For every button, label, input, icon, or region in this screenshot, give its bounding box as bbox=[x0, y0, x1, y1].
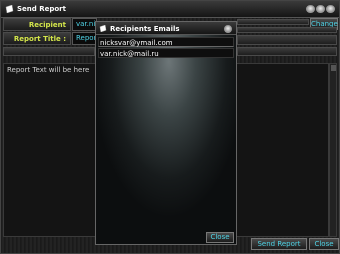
recipients-emails-popup: Recipients Emails nicksvar@ymail.com var… bbox=[95, 21, 237, 245]
report-title-label: Report Title : bbox=[3, 32, 71, 45]
title-bar-strip-1 bbox=[237, 27, 337, 33]
popup-close-icon[interactable] bbox=[224, 25, 232, 33]
close-icon[interactable] bbox=[326, 5, 335, 13]
recipient-address-field[interactable]: var.nic bbox=[72, 18, 97, 31]
title-bar-strip-2 bbox=[237, 35, 337, 45]
report-title-field[interactable]: Report bbox=[72, 32, 97, 45]
document-icon bbox=[99, 25, 107, 32]
title-bar: Send Report bbox=[1, 1, 339, 18]
popup-title-bar: Recipients Emails bbox=[96, 22, 236, 35]
report-scrollbar[interactable] bbox=[329, 63, 337, 237]
maximize-icon[interactable] bbox=[316, 5, 325, 13]
window-title: Send Report bbox=[17, 5, 66, 13]
recipient-address-label: Recipient Address : bbox=[3, 18, 71, 42]
popup-close-button[interactable]: Close bbox=[206, 232, 234, 243]
scrollbar-up-arrow[interactable] bbox=[331, 65, 336, 71]
email-list-item[interactable]: var.nick@mail.ru bbox=[98, 48, 234, 58]
separator-bar-left bbox=[3, 47, 95, 56]
window-controls bbox=[306, 5, 335, 13]
separator-bar-right bbox=[237, 47, 337, 56]
report-text-placeholder: Report Text will be here bbox=[7, 66, 90, 74]
recipient-bar bbox=[237, 19, 309, 25]
minimize-icon[interactable] bbox=[306, 5, 315, 13]
popup-title: Recipients Emails bbox=[110, 25, 180, 33]
close-button[interactable]: Close bbox=[309, 238, 339, 250]
send-report-window: Send Report Recipient Address : var.nic … bbox=[0, 0, 340, 254]
document-icon bbox=[5, 5, 14, 13]
email-list-item[interactable]: nicksvar@ymail.com bbox=[98, 37, 234, 47]
send-report-button[interactable]: Send Report bbox=[251, 238, 307, 250]
